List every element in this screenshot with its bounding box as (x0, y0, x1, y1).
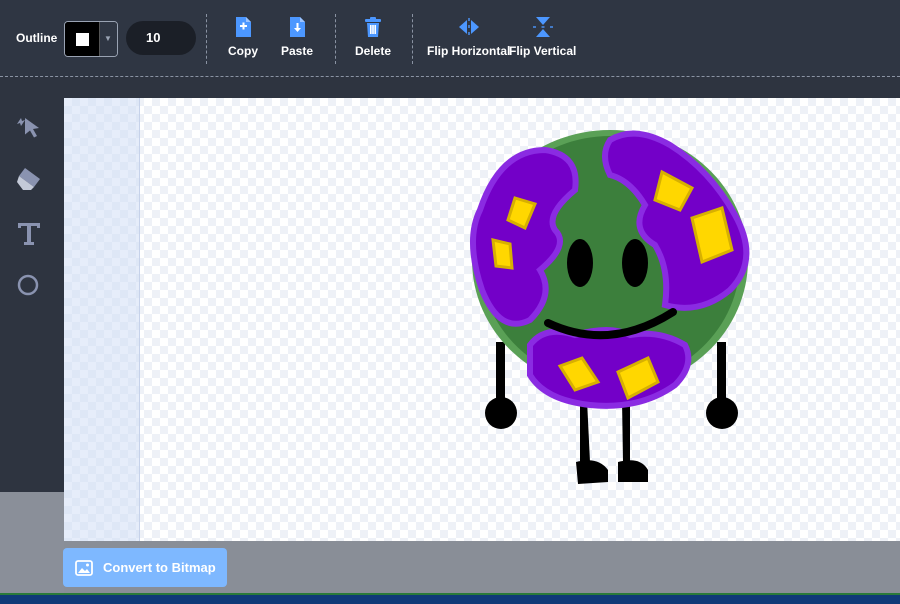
reshape-tool[interactable] (14, 110, 44, 140)
eraser-icon (17, 168, 40, 190)
paste-icon (290, 17, 306, 37)
convert-to-bitmap-label: Convert to Bitmap (103, 560, 216, 575)
circle-tool[interactable] (14, 270, 44, 300)
delete-button[interactable]: Delete (355, 16, 391, 58)
paste-label: Paste (281, 44, 314, 58)
flip-vertical-label: Flip Vertical (509, 44, 577, 58)
image-icon (75, 559, 93, 576)
flip-vertical-button[interactable]: Flip Vertical (509, 16, 576, 58)
copy-icon (236, 17, 251, 37)
os-taskbar (0, 593, 900, 604)
flip-horizontal-label: Flip Horizontal (427, 44, 511, 58)
flip-vertical-icon (532, 17, 553, 37)
character-purple-patch (527, 327, 692, 409)
delete-label: Delete (355, 44, 392, 58)
character-gem (491, 238, 514, 270)
text-icon (18, 223, 40, 245)
toolbar-divider (335, 14, 336, 64)
trash-icon (365, 17, 382, 37)
character-left-eye (567, 239, 593, 287)
outline-color-swatch[interactable] (65, 22, 99, 56)
outline-width-input[interactable]: 10 (126, 21, 196, 55)
tool-sidebar (0, 98, 64, 492)
copy-button[interactable]: Copy (228, 16, 258, 58)
character-right-eye (622, 239, 648, 287)
flip-horizontal-icon (458, 18, 479, 35)
text-tool[interactable] (14, 218, 44, 248)
copy-label: Copy (228, 44, 258, 58)
chevron-down-icon[interactable]: ▼ (99, 22, 117, 56)
character-left-leg (580, 400, 590, 462)
canvas-margin-overlay (64, 98, 140, 541)
reshape-pointer-icon (17, 118, 39, 138)
character-right-foot (618, 460, 648, 482)
convert-to-bitmap-button[interactable]: Convert to Bitmap (63, 548, 227, 587)
circle-icon (17, 274, 39, 296)
character-right-leg (622, 400, 630, 462)
character-right-hand (706, 397, 738, 429)
sidebar-bottom (0, 492, 64, 604)
paste-button[interactable]: Paste (281, 16, 313, 58)
paint-toolbar: Outline ▼ 10 Copy Paste Delete Flip Hori… (0, 0, 900, 77)
canvas-character-drawing (470, 130, 750, 484)
character-left-hand (485, 397, 517, 429)
outline-color-picker[interactable]: ▼ (64, 21, 118, 57)
toolbar-divider (412, 14, 413, 64)
flip-horizontal-button[interactable]: Flip Horizontal (427, 16, 510, 58)
character-left-foot (576, 460, 608, 484)
eraser-tool[interactable] (14, 164, 44, 194)
outline-label: Outline (16, 31, 58, 45)
toolbar-divider (206, 14, 207, 64)
